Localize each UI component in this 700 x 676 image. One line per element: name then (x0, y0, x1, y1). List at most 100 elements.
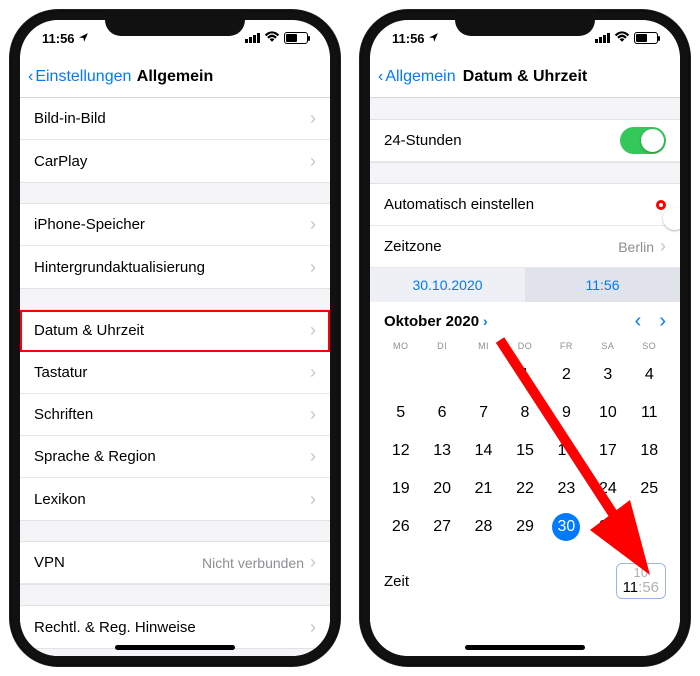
status-time: 11:56 (392, 31, 425, 46)
month-select[interactable]: Oktober 2020› (384, 313, 488, 330)
back-button[interactable]: ‹ Allgemein (378, 68, 456, 86)
weekday: SO (629, 341, 670, 351)
day-cell[interactable]: 5 (380, 403, 421, 423)
chevron-left-icon: ‹ (378, 68, 383, 86)
day-cell[interactable]: 10 (587, 403, 628, 423)
day-cell[interactable]: 29 (504, 517, 545, 537)
day-cell[interactable]: 8 (504, 403, 545, 423)
row-bild-in-bild[interactable]: Bild-in-Bild› (20, 98, 330, 140)
toggle-24h[interactable] (620, 127, 666, 154)
weekday: FR (546, 341, 587, 351)
chevron-right-icon: › (310, 617, 316, 638)
row-lexikon[interactable]: Lexikon› (20, 478, 330, 520)
row-label: iPhone-Speicher (34, 216, 145, 233)
settings-list[interactable]: Bild-in-Bild›CarPlay› iPhone-Speicher›Hi… (20, 98, 330, 656)
row-rechtl-reg-hinweise[interactable]: Rechtl. & Reg. Hinweise› (20, 606, 330, 648)
row-timezone[interactable]: Zeitzone Berlin› (370, 226, 680, 268)
calendar-grid[interactable]: 1234567891011121314151617181920212223242… (370, 365, 680, 537)
row-label: Schriften (34, 406, 93, 423)
chevron-right-icon: › (483, 313, 488, 329)
day-cell[interactable]: 3 (587, 365, 628, 385)
row-auto-set[interactable]: Automatisch einstellen (370, 184, 680, 226)
day-cell[interactable]: 12 (380, 441, 421, 461)
day-cell[interactable]: 9 (546, 403, 587, 423)
weekday-header: MODIMIDOFRSASO (370, 341, 680, 351)
row-iphone-speicher[interactable]: iPhone-Speicher › (20, 204, 330, 246)
row-label: Hintergrundaktualisierung (34, 259, 205, 276)
day-cell[interactable]: 14 (463, 441, 504, 461)
weekday: SA (587, 341, 628, 351)
time-tab[interactable]: 11:56 (525, 268, 680, 302)
row-time: Zeit 10 11:56 (370, 553, 680, 609)
day-cell[interactable]: 30 (546, 517, 587, 537)
row-label: Automatisch einstellen (384, 196, 534, 213)
chevron-right-icon: › (310, 446, 316, 467)
location-icon (78, 31, 89, 46)
day-cell[interactable]: 15 (504, 441, 545, 461)
day-cell[interactable]: 25 (629, 479, 670, 499)
chevron-right-icon: › (310, 489, 316, 510)
day-cell[interactable]: 24 (587, 479, 628, 499)
back-button[interactable]: ‹ Einstellungen (28, 68, 131, 86)
day-cell[interactable]: 22 (504, 479, 545, 499)
weekday: MO (380, 341, 421, 351)
row-label: Zeit (384, 573, 409, 590)
wifi-icon (264, 31, 280, 46)
day-cell[interactable]: 27 (421, 517, 462, 537)
day-cell[interactable]: 4 (629, 365, 670, 385)
chevron-left-icon: ‹ (28, 68, 33, 86)
row-datum-uhrzeit[interactable]: Datum & Uhrzeit› (20, 310, 330, 352)
row-carplay[interactable]: CarPlay› (20, 140, 330, 182)
row-label: VPN (34, 554, 65, 571)
day-cell[interactable]: 6 (421, 403, 462, 423)
row-tastatur[interactable]: Tastatur› (20, 352, 330, 394)
chevron-right-icon: › (660, 236, 666, 257)
signal-icon (245, 33, 260, 43)
next-month-button[interactable]: › (659, 310, 666, 333)
day-cell[interactable]: 19 (380, 479, 421, 499)
row-24h[interactable]: 24-Stunden (370, 120, 680, 162)
row-hintergrundaktualisierung[interactable]: Hintergrundaktualisierung› (20, 246, 330, 288)
row-label: Datum & Uhrzeit (34, 322, 144, 339)
day-cell[interactable]: 2 (546, 365, 587, 385)
date-tab[interactable]: 30.10.2020 (370, 268, 525, 302)
day-cell[interactable]: 16 (546, 441, 587, 461)
wifi-icon (614, 31, 630, 46)
chevron-right-icon: › (310, 552, 316, 573)
day-cell[interactable]: 11 (629, 403, 670, 423)
row-label: CarPlay (34, 153, 87, 170)
day-cell[interactable]: 18 (629, 441, 670, 461)
time-picker[interactable]: 10 11:56 (616, 563, 666, 599)
chevron-right-icon: › (310, 214, 316, 235)
battery-icon (284, 32, 308, 44)
day-cell[interactable]: 20 (421, 479, 462, 499)
day-cell (629, 517, 670, 537)
day-cell[interactable]: 7 (463, 403, 504, 423)
day-cell[interactable]: 26 (380, 517, 421, 537)
home-indicator[interactable] (465, 645, 585, 650)
day-cell[interactable]: 1 (504, 365, 545, 385)
day-cell (463, 365, 504, 385)
day-cell[interactable]: 13 (421, 441, 462, 461)
row-vpn[interactable]: VPN Nicht verbunden › (20, 542, 330, 584)
home-indicator[interactable] (115, 645, 235, 650)
day-cell (380, 365, 421, 385)
row-sprache-region[interactable]: Sprache & Region › (20, 436, 330, 478)
chevron-right-icon: › (310, 404, 316, 425)
signal-icon (595, 33, 610, 43)
day-cell[interactable]: 31 (587, 517, 628, 537)
day-cell[interactable]: 17 (587, 441, 628, 461)
row-value: Nicht verbunden (202, 555, 304, 571)
phone-left: 11:56 ‹ Einstellungen Allgemein Bild-in-… (10, 10, 340, 666)
day-cell[interactable]: 28 (463, 517, 504, 537)
prev-month-button[interactable]: ‹ (635, 310, 642, 333)
page-title: Datum & Uhrzeit (463, 68, 587, 86)
row-label: 24-Stunden (384, 132, 462, 149)
date-time-tabs: 30.10.2020 11:56 (370, 268, 680, 302)
row-label: Sprache & Region (34, 448, 156, 465)
month-label: Oktober 2020 (384, 313, 479, 330)
day-cell[interactable]: 23 (546, 479, 587, 499)
day-cell[interactable]: 21 (463, 479, 504, 499)
row-schriften[interactable]: Schriften › (20, 394, 330, 436)
back-label: Allgemein (385, 68, 455, 86)
